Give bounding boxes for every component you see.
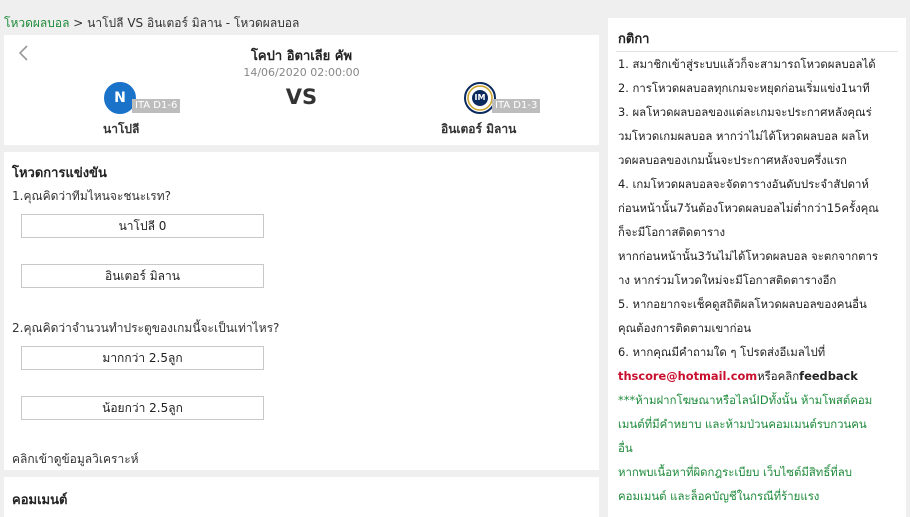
question-winner: 1.คุณคิดว่าทีมไหนจะชนะเรท? <box>12 189 171 203</box>
match-header: โคปา อิตาเลีย คัพ 14/06/2020 02:00:00 VS… <box>4 35 599 145</box>
vote-over-button[interactable]: มากกว่า 2.5ลูก <box>21 346 264 370</box>
rules-line: 4. เกมโหวดผลบอลจะจัดตารางอันดับประจำสัปด… <box>618 177 869 191</box>
analysis-link[interactable]: คลิกเข้าดูข้อมูลวิเคราะห์ <box>12 450 139 469</box>
rules-warning-line: เมนต์ที่มีคำหยาบ และห้ามป่วนคอมเมนต์รบกว… <box>618 417 867 431</box>
rules-panel: กติกา 1. สมาชิกเข้าสู่ระบบแล้วก็จะสามารถ… <box>608 18 906 517</box>
vote-section: โหวดการแข่งขัน 1.คุณคิดว่าทีมไหนจะชนะเรท… <box>4 152 599 470</box>
rules-line: คุณต้องการติดตามเขาก่อน <box>618 321 752 335</box>
rules-line: วดผลบอลของเกมนั้นจะประกาศหลังจบครึ่งแรก <box>618 153 847 167</box>
vote-away-button[interactable]: อินเตอร์ มิลาน <box>21 264 264 288</box>
rules-line: ก็จะมีโอกาสติดตาราง <box>618 225 726 239</box>
question-goals: 2.คุณคิดว่าจำนวนทำประตูของเกมนี้จะเป็นเท… <box>12 321 280 335</box>
home-team-name[interactable]: นาโปลี <box>103 120 139 139</box>
match-datetime: 14/06/2020 02:00:00 <box>243 66 360 79</box>
vote-title: โหวดการแข่งขัน <box>12 166 107 181</box>
breadcrumb-current: นาโปลี VS อินเตอร์ มิลาน - โหวดผลบอล <box>87 16 300 30</box>
rules-line: หากก่อนหน้านั้น3วันไม่ได้โหวดผลบอล จะตกจ… <box>618 249 879 263</box>
rules-line: วมโหวดเกมผลบอล หากว่าไม่ได้โหวดผลบอล ผลโ… <box>618 129 869 143</box>
rules-line: 3. ผลโหวดผลบอลของแต่ละเกมจะประกาศหลังคุณ… <box>618 105 872 119</box>
breadcrumb-separator: > <box>73 16 84 30</box>
rules-line: าง หากร่วมโหวดใหม่จะมีโอกาสติดตารางอีก <box>618 273 837 287</box>
rules-line: ก่อนหน้านั้น7วันต้องโหวดผลบอลไม่ต่ำกว่า1… <box>618 201 879 215</box>
breadcrumb: โหวดผลบอล > นาโปลี VS อินเตอร์ มิลาน - โ… <box>4 14 299 33</box>
contact-email-link[interactable]: thscore@hotmail.com <box>618 369 757 383</box>
vote-home-button[interactable]: นาโปลี 0 <box>21 214 264 238</box>
vote-under-button[interactable]: น้อยกว่า 2.5ลูก <box>21 396 264 420</box>
rules-warning-line: ***ห้ามฝากโฆษณาหรือไลน์IDทั้งนั้น ห้ามโพ… <box>618 393 873 407</box>
rules-divider <box>616 51 898 52</box>
rules-line: 6. หากคุณมีคำถามใด ๆ โปรดส่งอีเมลไปที่ <box>618 345 826 359</box>
rules-contact-line: thscore@hotmail.comหรือคลิกfeedback <box>618 368 908 384</box>
comment-title: คอมเมนต์ <box>12 493 68 508</box>
rules-line: 2. การโหวดผลบอลทุกเกมจะหยุดก่อนเริ่มแข่ง… <box>618 81 870 95</box>
comment-section: คอมเมนต์ <box>4 477 599 517</box>
away-team-name[interactable]: อินเตอร์ มิลาน <box>441 120 516 139</box>
rules-warning-line: คอมเมนต์ และล็อคบัญชีในกรณีที่ร้ายแรง <box>618 489 820 503</box>
napoli-logo-letter: N <box>114 90 126 106</box>
league-name: โคปา อิตาเลีย คัพ <box>250 49 353 64</box>
inter-logo-letter: IM <box>474 93 486 102</box>
breadcrumb-home-link[interactable]: โหวดผลบอล <box>4 16 69 30</box>
away-rank-badge: ITA D1-3 <box>492 99 541 113</box>
rules-warning-line: อื่น <box>618 441 633 455</box>
contact-suffix: หรือคลิก <box>757 369 800 383</box>
rules-line: 1. สมาชิกเข้าสู่ระบบแล้วก็จะสามารถโหวดผล… <box>618 57 876 71</box>
home-rank-badge: ITA D1-6 <box>132 99 181 113</box>
feedback-link[interactable]: feedback <box>799 369 858 383</box>
rules-warning-line: หากพบเนื้อหาที่ผิดกฎระเบียบ เว็บไซต์มีสิ… <box>618 465 852 479</box>
rules-title: กติกา <box>618 32 650 47</box>
rules-line: 5. หากอยากจะเช็คดูสถิติผลโหวดผลบอลของคนอ… <box>618 297 867 311</box>
